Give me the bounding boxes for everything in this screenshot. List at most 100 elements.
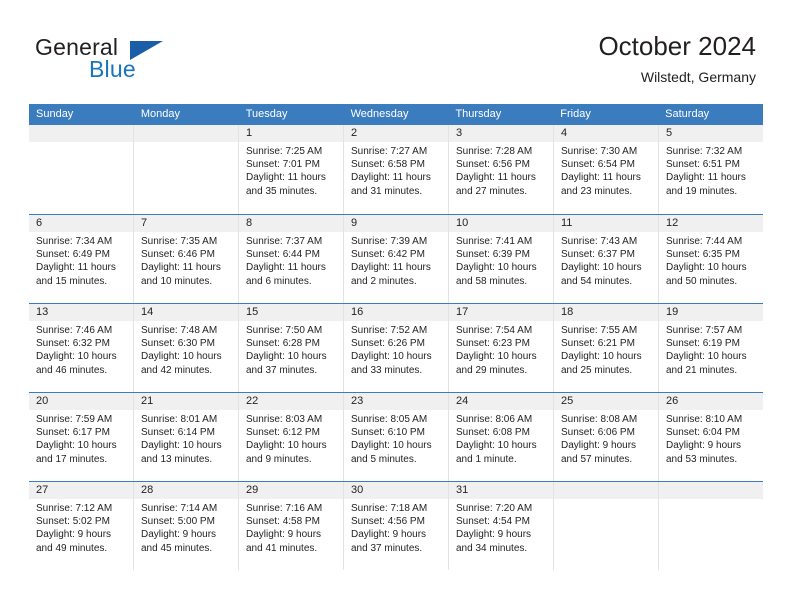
calendar-day-cell[interactable]: 12 Sunrise: 7:44 AM Sunset: 6:35 PM Dayligh…	[658, 215, 763, 303]
sunset-time: Sunset: 6:28 PM	[246, 338, 320, 350]
calendar-day-cell[interactable]: 16 Sunrise: 7:52 AM Sunset: 6:26 PM Dayligh…	[343, 304, 448, 392]
calendar-day-cell[interactable]: 22 Sunrise: 8:03 AM Sunset: 6:12 PM Dayligh…	[238, 393, 343, 481]
sunset-time: Sunset: 4:54 PM	[456, 516, 530, 528]
day-number: 28	[134, 482, 238, 499]
day-number: 26	[659, 393, 763, 410]
sunrise-time: Sunrise: 7:35 AM	[141, 236, 218, 247]
day-details: Sunrise: 7:18 AM Sunset: 4:56 PM Daylight:…	[344, 499, 448, 555]
daylight-duration-line1: Daylight: 10 hours	[246, 440, 327, 452]
sunset-time: Sunset: 4:58 PM	[246, 516, 320, 528]
daylight-duration-line1: Daylight: 10 hours	[351, 351, 432, 363]
sunset-time: Sunset: 6:46 PM	[141, 249, 215, 261]
calendar-grid: Sunday Monday Tuesday Wednesday Thursday…	[29, 104, 763, 570]
sunrise-time: Sunrise: 8:08 AM	[561, 414, 638, 425]
sunrise-time: Sunrise: 7:54 AM	[456, 325, 533, 336]
sunset-time: Sunset: 5:00 PM	[141, 516, 215, 528]
sunset-time: Sunset: 6:56 PM	[456, 159, 530, 171]
sunrise-time: Sunrise: 7:12 AM	[36, 503, 113, 514]
calendar-day-cell[interactable]: 1 Sunrise: 7:25 AM Sunset: 7:01 PM Daylight…	[238, 125, 343, 214]
day-number	[29, 125, 133, 142]
day-number: 29	[239, 482, 343, 499]
calendar-day-cell[interactable]: 23 Sunrise: 8:05 AM Sunset: 6:10 PM Dayligh…	[343, 393, 448, 481]
day-number: 6	[29, 215, 133, 232]
day-details: Sunrise: 8:01 AM Sunset: 6:14 PM Daylight:…	[134, 410, 238, 466]
daylight-duration-line2: and 5 minutes.	[351, 453, 417, 465]
daylight-duration-line1: Daylight: 10 hours	[36, 440, 117, 452]
calendar-day-cell[interactable]: 2 Sunrise: 7:27 AM Sunset: 6:58 PM Daylight…	[343, 125, 448, 214]
weekday-header-row: Sunday Monday Tuesday Wednesday Thursday…	[29, 104, 763, 125]
sunrise-time: Sunrise: 7:28 AM	[456, 146, 533, 157]
day-number: 30	[344, 482, 448, 499]
daylight-duration-line1: Daylight: 11 hours	[246, 262, 326, 274]
sunset-time: Sunset: 6:10 PM	[351, 427, 425, 439]
calendar-day-cell[interactable]: 9 Sunrise: 7:39 AM Sunset: 6:42 PM Daylight…	[343, 215, 448, 303]
day-number: 20	[29, 393, 133, 410]
daylight-duration-line2: and 1 minute.	[456, 453, 517, 465]
sunset-time: Sunset: 7:01 PM	[246, 159, 320, 171]
calendar-day-cell[interactable]: 27 Sunrise: 7:12 AM Sunset: 5:02 PM Dayligh…	[29, 482, 133, 570]
calendar-day-cell[interactable]: 26 Sunrise: 8:10 AM Sunset: 6:04 PM Dayligh…	[658, 393, 763, 481]
daylight-duration-line2: and 9 minutes.	[246, 453, 312, 465]
calendar-day-cell[interactable]: 21 Sunrise: 8:01 AM Sunset: 6:14 PM Dayligh…	[133, 393, 238, 481]
calendar-day-cell[interactable]: 28 Sunrise: 7:14 AM Sunset: 5:00 PM Dayligh…	[133, 482, 238, 570]
location-subtitle: Wilstedt, Germany	[640, 69, 756, 85]
calendar-day-cell[interactable]: 15 Sunrise: 7:50 AM Sunset: 6:28 PM Dayligh…	[238, 304, 343, 392]
daylight-duration-line2: and 31 minutes.	[351, 185, 423, 197]
day-number: 17	[449, 304, 553, 321]
calendar-day-cell[interactable]: 30 Sunrise: 7:18 AM Sunset: 4:56 PM Dayligh…	[343, 482, 448, 570]
daylight-duration-line2: and 46 minutes.	[36, 364, 108, 376]
calendar-day-cell[interactable]: 6 Sunrise: 7:34 AM Sunset: 6:49 PM Daylight…	[29, 215, 133, 303]
day-details: Sunrise: 8:05 AM Sunset: 6:10 PM Daylight:…	[344, 410, 448, 466]
day-number: 5	[659, 125, 763, 142]
daylight-duration-line2: and 21 minutes.	[666, 364, 738, 376]
day-number	[659, 482, 763, 499]
calendar-day-cell[interactable]: 19 Sunrise: 7:57 AM Sunset: 6:19 PM Dayligh…	[658, 304, 763, 392]
daylight-duration-line2: and 45 minutes.	[141, 542, 213, 554]
sunset-time: Sunset: 6:14 PM	[141, 427, 215, 439]
day-details: Sunrise: 7:44 AM Sunset: 6:35 PM Daylight:…	[659, 232, 763, 288]
daylight-duration-line2: and 15 minutes.	[36, 275, 108, 287]
daylight-duration-line1: Daylight: 10 hours	[456, 351, 537, 363]
calendar-day-cell[interactable]: 29 Sunrise: 7:16 AM Sunset: 4:58 PM Dayligh…	[238, 482, 343, 570]
calendar-day-cell[interactable]: 13 Sunrise: 7:46 AM Sunset: 6:32 PM Dayligh…	[29, 304, 133, 392]
sunrise-time: Sunrise: 7:52 AM	[351, 325, 428, 336]
calendar-day-cell[interactable]: 31 Sunrise: 7:20 AM Sunset: 4:54 PM Dayligh…	[448, 482, 553, 570]
daylight-duration-line1: Daylight: 11 hours	[141, 262, 221, 274]
daylight-duration-line2: and 35 minutes.	[246, 185, 318, 197]
day-details: Sunrise: 7:55 AM Sunset: 6:21 PM Daylight:…	[554, 321, 658, 377]
calendar-day-cell[interactable]: 5 Sunrise: 7:32 AM Sunset: 6:51 PM Daylight…	[658, 125, 763, 214]
calendar-day-cell[interactable]: 10 Sunrise: 7:41 AM Sunset: 6:39 PM Dayligh…	[448, 215, 553, 303]
calendar-day-cell-empty	[29, 125, 133, 214]
calendar-day-cell[interactable]: 24 Sunrise: 8:06 AM Sunset: 6:08 PM Dayligh…	[448, 393, 553, 481]
daylight-duration-line2: and 17 minutes.	[36, 453, 108, 465]
day-details: Sunrise: 8:10 AM Sunset: 6:04 PM Daylight:…	[659, 410, 763, 466]
daylight-duration-line1: Daylight: 10 hours	[456, 262, 537, 274]
sunrise-time: Sunrise: 7:37 AM	[246, 236, 323, 247]
calendar-day-cell[interactable]: 7 Sunrise: 7:35 AM Sunset: 6:46 PM Daylight…	[133, 215, 238, 303]
calendar-day-cell[interactable]: 8 Sunrise: 7:37 AM Sunset: 6:44 PM Daylight…	[238, 215, 343, 303]
calendar-day-cell[interactable]: 20 Sunrise: 7:59 AM Sunset: 6:17 PM Dayligh…	[29, 393, 133, 481]
calendar-day-cell[interactable]: 14 Sunrise: 7:48 AM Sunset: 6:30 PM Dayligh…	[133, 304, 238, 392]
calendar-day-cell[interactable]: 4 Sunrise: 7:30 AM Sunset: 6:54 PM Daylight…	[553, 125, 658, 214]
daylight-duration-line2: and 54 minutes.	[561, 275, 633, 287]
daylight-duration-line2: and 2 minutes.	[351, 275, 417, 287]
day-details: Sunrise: 7:32 AM Sunset: 6:51 PM Daylight:…	[659, 142, 763, 198]
title-block: October 2024 Wilstedt, Germany	[598, 30, 756, 87]
sunrise-time: Sunrise: 7:48 AM	[141, 325, 218, 336]
daylight-duration-line1: Daylight: 9 hours	[666, 440, 742, 452]
weekday-header-sunday: Sunday	[36, 108, 74, 120]
calendar-day-cell[interactable]: 25 Sunrise: 8:08 AM Sunset: 6:06 PM Dayligh…	[553, 393, 658, 481]
day-details: Sunrise: 7:57 AM Sunset: 6:19 PM Daylight:…	[659, 321, 763, 377]
sunset-time: Sunset: 6:17 PM	[36, 427, 110, 439]
sunset-time: Sunset: 6:06 PM	[561, 427, 635, 439]
day-number: 22	[239, 393, 343, 410]
calendar-day-cell[interactable]: 18 Sunrise: 7:55 AM Sunset: 6:21 PM Dayligh…	[553, 304, 658, 392]
daylight-duration-line1: Daylight: 9 hours	[36, 529, 112, 541]
calendar-day-cell[interactable]: 17 Sunrise: 7:54 AM Sunset: 6:23 PM Dayligh…	[448, 304, 553, 392]
calendar-day-cell[interactable]: 3 Sunrise: 7:28 AM Sunset: 6:56 PM Daylight…	[448, 125, 553, 214]
calendar-day-cell[interactable]: 11 Sunrise: 7:43 AM Sunset: 6:37 PM Dayligh…	[553, 215, 658, 303]
calendar-day-cell-empty	[658, 482, 763, 570]
daylight-duration-line1: Daylight: 9 hours	[561, 440, 637, 452]
day-number: 11	[554, 215, 658, 232]
daylight-duration-line2: and 33 minutes.	[351, 364, 423, 376]
